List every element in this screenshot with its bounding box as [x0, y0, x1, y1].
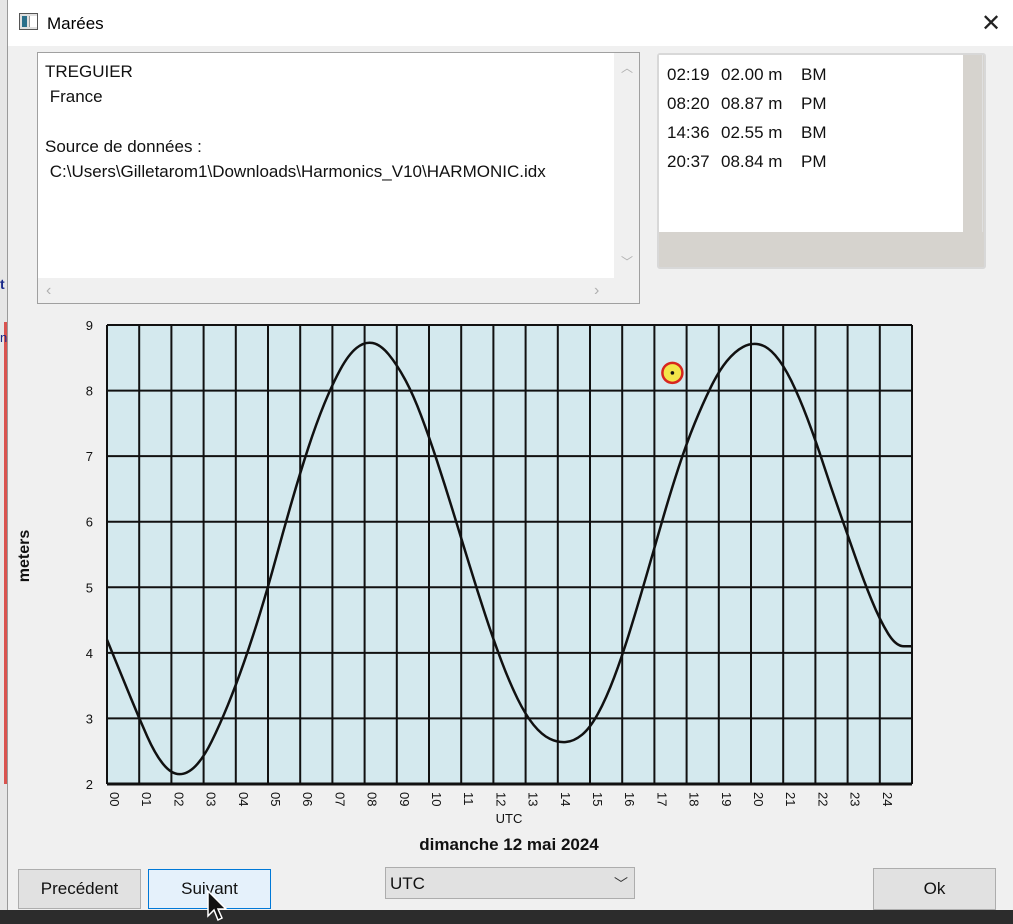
x-tick-label: 00: [107, 792, 122, 806]
x-axis-label: UTC: [496, 811, 523, 826]
y-tick-label: 5: [86, 580, 93, 595]
tide-chart: 2 3 4 5 6 7 8 9 00 01 02 03 04 05 06 07 08 09 10 11 12 13 14 15…: [8, 310, 1013, 860]
tide-chart-svg: 2345678900 01 02 03 04 05 06 07 08 09 10 11 12 13 14 15…: [16, 318, 913, 854]
station-info-line: France: [45, 87, 103, 106]
horizontal-scrollbar[interactable]: ‹ ›: [38, 278, 614, 303]
x-tick-label: 12: [493, 792, 508, 806]
tide-type: BM: [801, 65, 827, 84]
x-tick-label: 08: [365, 792, 380, 806]
y-tick-label: 8: [86, 384, 93, 399]
tide-times-list[interactable]: 02:19 02.00 m BM 08:20 08.87 m PM 14:36 02.55 m…: [657, 53, 986, 269]
app-icon: [19, 13, 38, 30]
x-tick-label: 22: [815, 792, 830, 806]
background-app-bottom: [0, 910, 1013, 924]
x-tick-label: 02: [171, 792, 186, 806]
x-tick-label: 24: [880, 792, 895, 806]
timezone-select[interactable]: UTC ﹀: [385, 867, 635, 899]
previous-button[interactable]: Precédent: [18, 869, 141, 909]
tide-time: 14:36: [667, 123, 710, 142]
tide-time: 08:20: [667, 94, 710, 113]
y-tick-label: 2: [86, 777, 93, 792]
x-tick-label: 11: [461, 792, 476, 806]
tide-type: PM: [801, 94, 827, 113]
x-tick-label: 21: [783, 792, 798, 806]
scroll-up-icon[interactable]: ︿: [621, 59, 633, 76]
y-tick-label: 3: [86, 711, 93, 726]
tide-height: 02.00 m: [721, 65, 783, 84]
y-tick-label: 6: [86, 515, 93, 530]
previous-button-label: Precédent: [40, 879, 119, 898]
x-tick-label: 18: [687, 792, 702, 806]
x-tick-label: 07: [332, 792, 347, 806]
tide-time-item[interactable]: 02:19 02.00 m BM: [667, 60, 963, 89]
tide-height: 08.87 m: [721, 94, 783, 113]
x-tick-label: 23: [848, 792, 863, 806]
x-tick-label: 05: [268, 792, 283, 806]
scroll-down-icon[interactable]: ﹀: [621, 253, 633, 270]
x-tick-label: 06: [300, 792, 315, 806]
close-button[interactable]: ✕: [968, 0, 1013, 46]
tide-height: 02.55 m: [721, 123, 783, 142]
y-tick-label: 9: [86, 318, 93, 333]
plot-area: [107, 325, 912, 784]
window-title: Marées: [47, 14, 104, 33]
x-tick-label: 20: [751, 792, 766, 806]
background-app-text: t: [0, 276, 5, 292]
timezone-value: UTC: [390, 874, 425, 893]
list-column-separator: [982, 55, 983, 232]
x-tick-label: 19: [719, 792, 734, 806]
vertical-scrollbar[interactable]: ︿ ﹀: [614, 53, 639, 278]
station-info-line: [45, 109, 607, 134]
y-tick-label: 7: [86, 449, 93, 464]
station-info-box[interactable]: TREGUIER France Source de données : C:\U…: [37, 52, 640, 304]
tides-dialog: Marées ✕ TREGUIER France Source de donné…: [7, 0, 1013, 922]
station-info-line: Source de données :: [45, 137, 202, 156]
close-icon: ✕: [980, 9, 1002, 37]
x-tick-label: 10: [429, 792, 444, 806]
current-time-marker-dot: [670, 371, 675, 375]
x-tick-label: 13: [526, 792, 541, 806]
x-tick-label: 04: [236, 792, 251, 806]
station-info-line: TREGUIER: [45, 62, 133, 81]
x-tick-label: 01: [139, 792, 154, 806]
tide-time-item[interactable]: 14:36 02.55 m BM: [667, 118, 963, 147]
x-tick-label: 03: [204, 792, 219, 806]
x-tick-label: 15: [590, 792, 605, 806]
tide-type: BM: [801, 123, 827, 142]
station-info-line: C:\Users\Gilletarom1\Downloads\Harmonics…: [45, 162, 546, 181]
x-tick-label: 16: [622, 792, 637, 806]
y-tick-label: 4: [86, 646, 93, 661]
title-bar[interactable]: Marées ✕: [8, 0, 1013, 46]
station-info-text: TREGUIER France Source de données : C:\U…: [38, 53, 614, 278]
mouse-cursor-icon: [207, 890, 228, 922]
scroll-right-icon[interactable]: ›: [594, 282, 599, 300]
y-axis-label: meters: [16, 530, 33, 583]
background-app-edge: t n: [0, 0, 7, 924]
chevron-down-icon: ﹀: [614, 876, 628, 892]
tide-height: 08.84 m: [721, 152, 783, 171]
tide-type: PM: [801, 152, 827, 171]
tide-time-item[interactable]: 08:20 08.87 m PM: [667, 89, 963, 118]
x-tick-label: 17: [654, 792, 669, 806]
tide-time: 02:19: [667, 65, 710, 84]
x-tick-label: 14: [558, 792, 573, 806]
scroll-left-icon[interactable]: ‹: [46, 282, 51, 300]
tide-time-item[interactable]: 20:37 08.84 m PM: [667, 147, 963, 176]
chart-date-label: dimanche 12 mai 2024: [419, 835, 599, 854]
x-tick-label: 09: [397, 792, 412, 806]
ok-button[interactable]: Ok: [873, 868, 996, 910]
ok-button-label: Ok: [923, 879, 946, 898]
tide-times-items: 02:19 02.00 m BM 08:20 08.87 m PM 14:36 02.55 m…: [659, 55, 983, 232]
tide-time: 20:37: [667, 152, 710, 171]
